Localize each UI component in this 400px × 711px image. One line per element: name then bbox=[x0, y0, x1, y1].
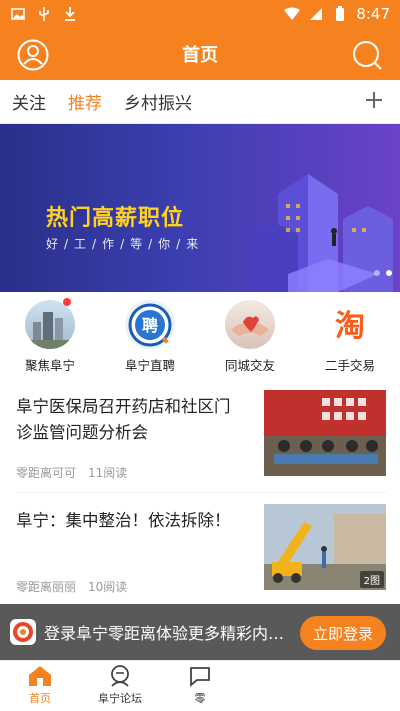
page-title: 首页 bbox=[182, 45, 218, 66]
chat-icon bbox=[190, 667, 210, 687]
article-title: 阜宁医保局召开药店和社区门诊监管问题分析会 bbox=[16, 397, 231, 442]
city-icon bbox=[25, 300, 75, 349]
shortcut-label: 聚焦阜宁 bbox=[24, 358, 75, 373]
wifi-icon bbox=[284, 6, 301, 22]
article-thumbnail bbox=[264, 390, 386, 476]
bottom-navigation: 首页 阜宁论坛 零 bbox=[0, 660, 400, 711]
shortcut-second-hand[interactable]: 淘 二手交易 bbox=[300, 292, 400, 374]
tab-recommend[interactable]: 推荐 bbox=[68, 89, 102, 114]
shortcut-label: 二手交易 bbox=[324, 358, 375, 373]
article-thumbnail: 2图 bbox=[264, 504, 386, 590]
shortcut-label: 同城交友 bbox=[224, 358, 275, 373]
shortcut-local-dating[interactable]: 同城交友 bbox=[200, 292, 300, 374]
article-source: 零距离丽丽 bbox=[16, 580, 77, 594]
channel-tabs: 关注 推荐 乡村振兴 bbox=[0, 80, 400, 124]
add-channel-icon[interactable] bbox=[360, 86, 388, 114]
article-reads: 11阅读 bbox=[88, 466, 128, 480]
shortcut-funing-hiring[interactable]: 聘 阜宁直聘 bbox=[100, 292, 200, 374]
article-card[interactable]: 阜宁：集中整治！依法拆除！ 零距离丽丽 10阅读 2图 bbox=[16, 504, 386, 616]
shortcut-grid: 聚焦阜宁 聘 阜宁直聘 同城交友 淘 二手交易 bbox=[0, 292, 400, 374]
login-button[interactable]: 立即登录 bbox=[300, 616, 386, 650]
status-time: 8:47 bbox=[356, 5, 390, 23]
carousel-dot-active bbox=[386, 270, 392, 276]
tab-follow[interactable]: 关注 bbox=[12, 89, 46, 114]
article-meta: 零距离可可 11阅读 bbox=[16, 464, 127, 481]
shortcut-focus-funing[interactable]: 聚焦阜宁 bbox=[0, 292, 100, 374]
app-header: 首页 bbox=[0, 28, 400, 80]
login-prompt-text: 登录阜宁零距离体验更多精彩内… bbox=[44, 624, 285, 643]
svg-text:聘: 聘 bbox=[142, 316, 158, 335]
nav-label: 阜宁论坛 bbox=[98, 692, 142, 705]
usb-icon bbox=[36, 6, 52, 22]
banner-subtitle: 好/工/作/等/你/来 bbox=[46, 237, 205, 251]
nav-home[interactable]: 首页 bbox=[0, 661, 80, 711]
shortcut-label: 阜宁直聘 bbox=[124, 358, 175, 373]
download-icon bbox=[62, 6, 78, 22]
banner-title: 热门高薪职位 bbox=[46, 206, 185, 231]
tab-rural-revitalization[interactable]: 乡村振兴 bbox=[124, 89, 192, 114]
app-logo-icon bbox=[10, 619, 36, 645]
login-prompt-bar: 登录阜宁零距离体验更多精彩内… 立即登录 bbox=[0, 604, 400, 660]
image-count-badge: 2图 bbox=[359, 571, 384, 588]
nav-label: 首页 bbox=[29, 692, 51, 705]
home-icon bbox=[29, 666, 51, 686]
image-icon bbox=[10, 6, 26, 22]
carousel-dot bbox=[374, 270, 380, 276]
user-icon[interactable] bbox=[16, 38, 50, 72]
nav-label: 零 bbox=[194, 692, 206, 705]
handshake-icon bbox=[225, 300, 275, 349]
forum-icon bbox=[111, 665, 129, 687]
hire-icon: 聘 bbox=[125, 300, 175, 349]
article-reads: 10阅读 bbox=[88, 580, 128, 594]
status-bar: 8:47 bbox=[0, 0, 400, 28]
nav-zero-distance[interactable]: 零 bbox=[160, 661, 240, 711]
article-divider bbox=[16, 492, 386, 493]
notification-dot bbox=[63, 298, 71, 306]
article-source: 零距离可可 bbox=[16, 466, 77, 480]
taobao-icon: 淘 bbox=[325, 300, 375, 349]
svg-text:淘: 淘 bbox=[335, 309, 365, 344]
carousel-indicator bbox=[374, 270, 392, 276]
battery-icon bbox=[332, 6, 348, 22]
article-title: 阜宁：集中整治！依法拆除！ bbox=[16, 511, 231, 530]
article-meta: 零距离丽丽 10阅读 bbox=[16, 578, 127, 595]
search-icon[interactable] bbox=[350, 38, 384, 72]
nav-forum[interactable]: 阜宁论坛 bbox=[80, 661, 160, 711]
article-card[interactable]: 阜宁医保局召开药店和社区门诊监管问题分析会 零距离可可 11阅读 bbox=[16, 390, 386, 502]
promo-banner[interactable]: 热门高薪职位 好/工/作/等/你/来 bbox=[0, 124, 400, 292]
signal-icon bbox=[308, 6, 324, 22]
